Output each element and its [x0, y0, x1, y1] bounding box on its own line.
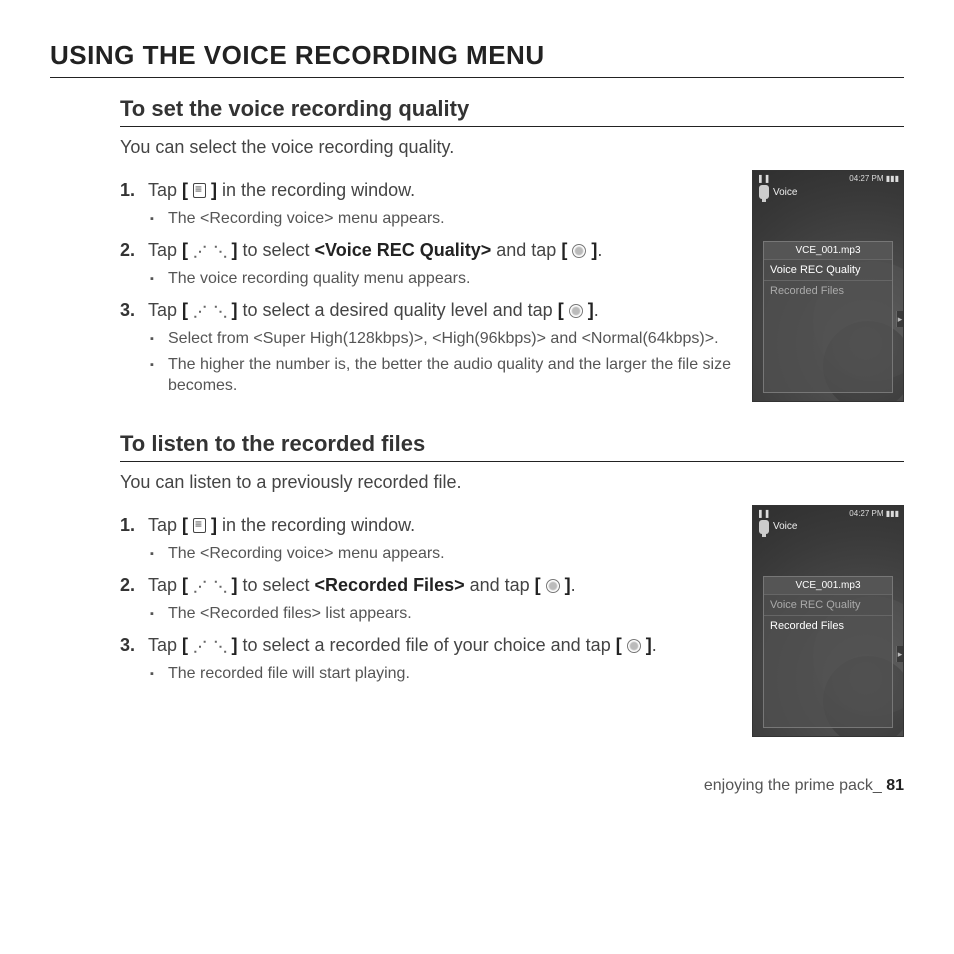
device-screenshot-quality: ❚❚ 04:27 PM ▮▮▮ Voice VCE_001.mp3 Voice …: [752, 170, 904, 402]
step-bold: <Voice REC Quality>: [315, 240, 492, 260]
step-2: Tap [ ⋰ ⋱ ] to select <Recorded Files> a…: [148, 573, 732, 625]
device-status-bar: ❚❚ 04:27 PM ▮▮▮: [753, 171, 903, 183]
step-bold: <Recorded Files>: [315, 575, 465, 595]
period: .: [652, 635, 657, 655]
step-text: in the recording window.: [222, 180, 415, 200]
tap-word: Tap: [148, 180, 182, 200]
step-2: Tap [ ⋰ ⋱ ] to select <Voice REC Quality…: [148, 238, 732, 290]
sub-note: The <Recording voice> menu appears.: [168, 208, 732, 230]
sub-note: Select from <Super High(128kbps)>, <High…: [168, 328, 732, 350]
step-1: Tap [ ] in the recording window. The <Re…: [148, 178, 732, 230]
battery-icon: ▮▮▮: [886, 509, 899, 518]
device-time: 04:27 PM: [849, 174, 883, 183]
device-menu-item: Voice REC Quality: [764, 594, 892, 615]
section-intro: You can listen to a previously recorded …: [120, 472, 904, 493]
nav-up-down-icon: ⋰ ⋱: [193, 244, 226, 260]
sub-note: The <Recorded files> list appears.: [168, 603, 732, 625]
step-text: in the recording window.: [222, 515, 415, 535]
section-set-quality: To set the voice recording quality You c…: [120, 96, 904, 405]
tap-word: Tap: [148, 300, 182, 320]
step-text: to select a recorded file of your choice…: [242, 635, 615, 655]
device-header: Voice: [753, 518, 903, 540]
nav-up-down-icon: ⋰ ⋱: [193, 304, 226, 320]
steps-list: Tap [ ] in the recording window. The <Re…: [120, 505, 732, 693]
sub-note: The recorded file will start playing.: [168, 663, 732, 685]
menu-icon: [193, 183, 206, 198]
device-menu: VCE_001.mp3 Voice REC Quality Recorded F…: [763, 241, 893, 393]
device-side-tab: ▸: [896, 311, 903, 327]
section-heading: To listen to the recorded files: [120, 431, 904, 462]
tap-word: Tap: [148, 575, 182, 595]
nav-up-down-icon: ⋰ ⋱: [193, 579, 226, 595]
step-text: to select: [242, 240, 314, 260]
step-3: Tap [ ⋰ ⋱ ] to select a recorded file of…: [148, 633, 732, 685]
battery-icon: ▮▮▮: [886, 174, 899, 183]
device-header: Voice: [753, 183, 903, 205]
step-text: and tap: [491, 240, 561, 260]
device-title: Voice: [773, 521, 797, 532]
steps-list: Tap [ ] in the recording window. The <Re…: [120, 170, 732, 405]
pause-icon: ❚❚: [757, 509, 770, 518]
device-menu-item-selected: Recorded Files: [764, 615, 892, 636]
step-text: to select: [242, 575, 314, 595]
section-heading: To set the voice recording quality: [120, 96, 904, 127]
pause-icon: ❚❚: [757, 174, 770, 183]
tap-word: Tap: [148, 240, 182, 260]
device-side-tab: ▸: [896, 646, 903, 662]
mic-icon: [759, 185, 769, 199]
select-icon: [569, 304, 583, 318]
step-1: Tap [ ] in the recording window. The <Re…: [148, 513, 732, 565]
sub-note: The <Recording voice> menu appears.: [168, 543, 732, 565]
device-status-bar: ❚❚ 04:27 PM ▮▮▮: [753, 506, 903, 518]
device-menu-title: VCE_001.mp3: [764, 242, 892, 259]
device-menu-title: VCE_001.mp3: [764, 577, 892, 594]
step-text: to select a desired quality level and ta…: [242, 300, 557, 320]
sub-note: The voice recording quality menu appears…: [168, 268, 732, 290]
tap-word: Tap: [148, 515, 182, 535]
step-text: and tap: [465, 575, 535, 595]
sub-note: The higher the number is, the better the…: [168, 354, 732, 397]
tap-word: Tap: [148, 635, 182, 655]
device-time: 04:27 PM: [849, 509, 883, 518]
select-icon: [627, 639, 641, 653]
period: .: [597, 240, 602, 260]
section-intro: You can select the voice recording quali…: [120, 137, 904, 158]
device-screenshot-files: ❚❚ 04:27 PM ▮▮▮ Voice VCE_001.mp3 Voice …: [752, 505, 904, 737]
step-3: Tap [ ⋰ ⋱ ] to select a desired quality …: [148, 298, 732, 397]
page-footer: enjoying the prime pack_ 81: [50, 777, 904, 795]
device-menu-item-selected: Voice REC Quality: [764, 259, 892, 280]
page-title: USING THE VOICE RECORDING MENU: [50, 40, 904, 78]
nav-up-down-icon: ⋰ ⋱: [193, 639, 226, 655]
section-listen-files: To listen to the recorded files You can …: [120, 431, 904, 737]
select-icon: [546, 579, 560, 593]
menu-icon: [193, 518, 206, 533]
device-menu: VCE_001.mp3 Voice REC Quality Recorded F…: [763, 576, 893, 728]
footer-text: enjoying the prime pack_: [704, 777, 886, 794]
period: .: [594, 300, 599, 320]
mic-icon: [759, 520, 769, 534]
period: .: [571, 575, 576, 595]
device-title: Voice: [773, 187, 797, 198]
select-icon: [572, 244, 586, 258]
page-number: 81: [886, 777, 904, 794]
device-menu-item: Recorded Files: [764, 280, 892, 301]
